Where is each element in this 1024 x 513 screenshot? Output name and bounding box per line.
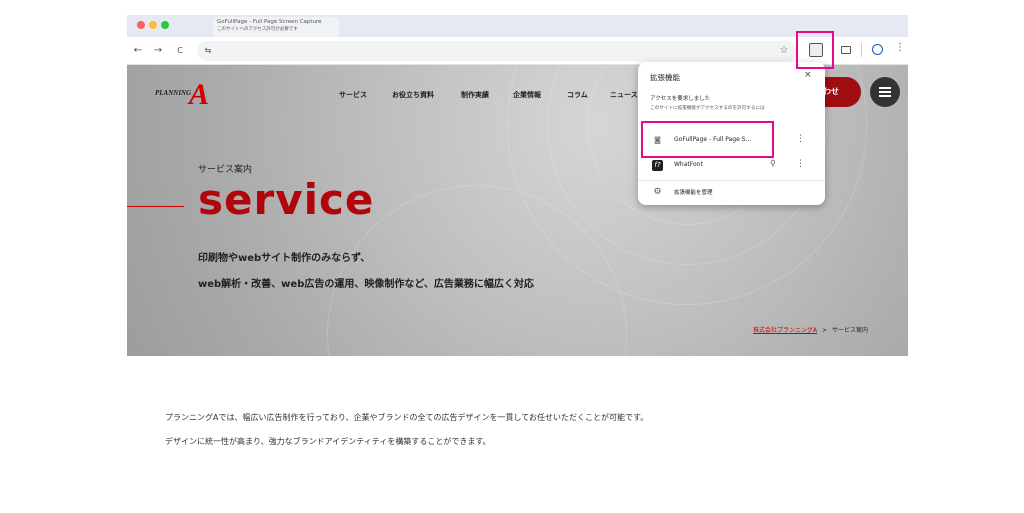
highlight-box-extensions-button bbox=[796, 31, 834, 69]
nav-item-works[interactable]: 制作実績 bbox=[461, 90, 489, 100]
access-request-heading: アクセスを要求しました bbox=[650, 96, 711, 102]
forward-icon[interactable]: → bbox=[151, 43, 165, 59]
more-menu-icon[interactable]: ⋮ bbox=[895, 42, 905, 53]
toolbar-divider bbox=[861, 43, 862, 57]
menu-line bbox=[879, 95, 891, 97]
body-paragraph-2: デザインに統一性が高まり、強力なブランドアイデンティティを構築することができます… bbox=[165, 437, 491, 446]
close-window-icon[interactable] bbox=[137, 21, 145, 29]
extension-item-whatfont[interactable]: f? WhatFont ⚲ ⋮ bbox=[638, 155, 825, 177]
nav-item-column[interactable]: コラム bbox=[567, 90, 588, 100]
manage-extensions-label: 拡張機能を管理 bbox=[674, 190, 713, 196]
popup-close-icon[interactable]: × bbox=[804, 70, 812, 80]
hero-description-line-1: 印刷物やwebサイト制作のみならず、 bbox=[198, 253, 371, 264]
nav-item-news[interactable]: ニュース bbox=[610, 90, 638, 100]
popup-title: 拡張機能 bbox=[650, 73, 680, 82]
back-icon[interactable]: ← bbox=[131, 43, 145, 59]
bookmark-star-icon[interactable]: ☆ bbox=[777, 43, 791, 59]
menu-line bbox=[879, 91, 891, 93]
hero-title: service bbox=[198, 175, 375, 224]
breadcrumb: 株式会社プランニングA > サービス案内 bbox=[753, 325, 868, 334]
extension-more-icon[interactable]: ⋮ bbox=[796, 134, 805, 144]
site-logo[interactable]: PLANNING A bbox=[155, 78, 215, 111]
breadcrumb-separator: > bbox=[822, 327, 828, 334]
highlight-box-gofullpage-item bbox=[641, 121, 774, 158]
zoom-window-icon[interactable] bbox=[161, 21, 169, 29]
logo-letter: A bbox=[189, 78, 210, 111]
gear-icon: ⚙ bbox=[653, 187, 662, 197]
extension-name: WhatFont bbox=[674, 161, 703, 168]
tab-tooltip-title: GoFullPage - Full Page Screen Capture bbox=[217, 19, 322, 25]
nav-item-service[interactable]: サービス bbox=[339, 90, 367, 100]
profile-avatar-icon[interactable] bbox=[872, 44, 883, 55]
hero-subtitle: サービス案内 bbox=[198, 165, 253, 175]
browser-toolbar: ← → C ⇆ ☆ ⋮ bbox=[127, 37, 908, 65]
pin-icon[interactable]: ⚲ bbox=[770, 159, 776, 168]
reading-list-icon[interactable] bbox=[841, 46, 851, 54]
logo-text: PLANNING bbox=[155, 89, 192, 97]
tab-hover-tooltip: GoFullPage - Full Page Screen Capture この… bbox=[213, 17, 339, 37]
popup-divider bbox=[638, 180, 825, 181]
nav-item-company[interactable]: 企業情報 bbox=[513, 90, 541, 100]
hero-description-line-2: web解析・改善、web広告の運用、映像制作など、広告業務に幅広く対応 bbox=[198, 279, 534, 290]
access-request-note: このサイトに拡張機能がアクセスするのを許可するには bbox=[650, 106, 765, 111]
reload-icon[interactable]: C bbox=[173, 43, 187, 59]
site-settings-icon[interactable]: ⇆ bbox=[201, 43, 215, 59]
manage-extensions-item[interactable]: ⚙ 拡張機能を管理 bbox=[638, 182, 825, 204]
breadcrumb-home-link[interactable]: 株式会社プランニングA bbox=[753, 327, 817, 334]
menu-line bbox=[879, 87, 891, 89]
extension-more-icon[interactable]: ⋮ bbox=[796, 159, 805, 169]
hero-red-rule bbox=[127, 206, 184, 207]
tab-tooltip-subtitle: このサイトへのアクセス許可が必要です bbox=[217, 27, 298, 32]
whatfont-icon: f? bbox=[652, 160, 663, 171]
title-bar: GoFullPage - Full Page Screen Capture この… bbox=[127, 15, 908, 37]
breadcrumb-current: サービス案内 bbox=[831, 327, 868, 334]
address-bar[interactable]: ⇆ ☆ bbox=[197, 41, 797, 61]
minimize-window-icon[interactable] bbox=[149, 21, 157, 29]
nav-item-resources[interactable]: お役立ち資料 bbox=[392, 90, 434, 100]
hamburger-menu-button[interactable] bbox=[870, 77, 900, 107]
body-paragraph-1: プランニングAでは、幅広い広告制作を行っており、企業やブランドの全ての広告デザイ… bbox=[165, 413, 649, 422]
